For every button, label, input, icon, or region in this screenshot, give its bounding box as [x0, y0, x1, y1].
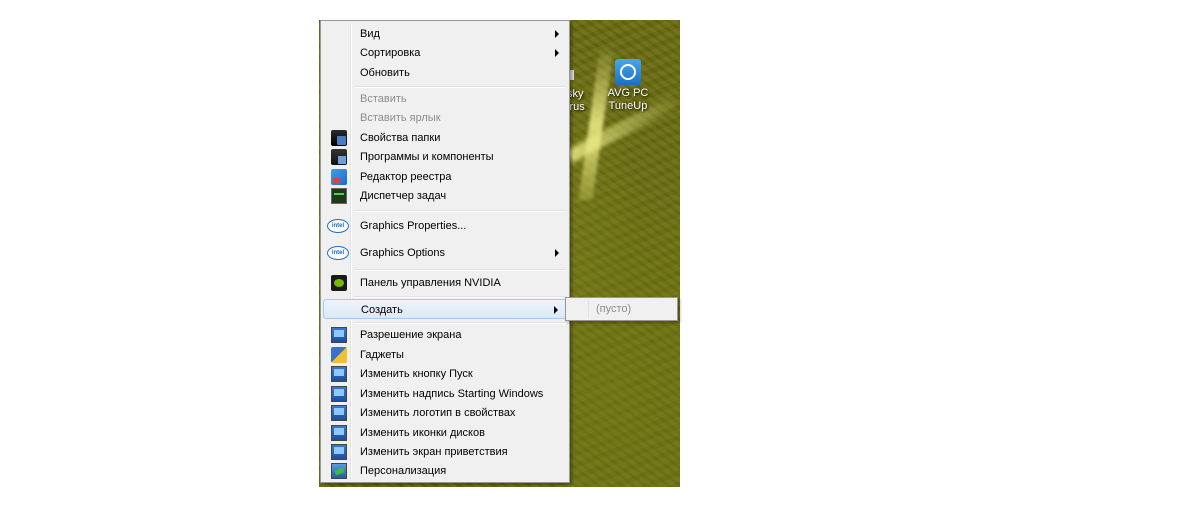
folder-options-icon — [331, 130, 347, 146]
menu-separator — [354, 269, 566, 271]
desktop-context-menu: Вид Сортировка Обновить Вставить Вставит… — [320, 20, 570, 483]
menu-item-label: Graphics Properties... — [360, 220, 467, 232]
monitor-icon — [331, 405, 347, 421]
menu-item-label: Изменить надпись Starting Windows — [360, 388, 544, 400]
menu-item-sort[interactable]: Сортировка — [323, 43, 567, 63]
menu-item-label: Изменить иконки дисков — [360, 427, 485, 439]
menu-item-change-starting-windows[interactable]: Изменить надпись Starting Windows — [323, 384, 567, 404]
menu-item-label: Редактор реестра — [360, 171, 452, 183]
submenu-arrow-icon — [555, 49, 559, 57]
menu-item-label: Свойства папки — [360, 132, 441, 144]
menu-item-label: Вставить ярлык — [360, 112, 441, 124]
avg-tuneup-icon — [615, 59, 641, 85]
monitor-icon — [331, 386, 347, 402]
menu-item-view[interactable]: Вид — [323, 24, 567, 44]
menu-item-change-drive-icons[interactable]: Изменить иконки дисков — [323, 423, 567, 443]
nvidia-icon — [331, 275, 347, 291]
menu-item-registry-editor[interactable]: Редактор реестра — [323, 167, 567, 187]
menu-item-paste[interactable]: Вставить — [323, 89, 567, 109]
menu-item-label: Обновить — [360, 67, 410, 79]
menu-item-folder-options[interactable]: Свойства папки — [323, 128, 567, 148]
menu-item-gadgets[interactable]: Гаджеты — [323, 345, 567, 365]
menu-item-label: Гаджеты — [360, 349, 404, 361]
monitor-icon — [331, 366, 347, 382]
intel-icon: intel — [327, 219, 349, 233]
gadgets-icon — [331, 347, 347, 363]
menu-item-label: Вставить — [360, 93, 407, 105]
menu-item-graphics-options[interactable]: intel Graphics Options — [323, 243, 567, 263]
menu-item-label: Изменить логотип в свойствах — [360, 407, 516, 419]
monitor-icon — [331, 425, 347, 441]
submenu-item-empty[interactable]: (пусто) — [596, 303, 631, 315]
submenu-arrow-icon — [555, 249, 559, 257]
menu-separator — [354, 86, 566, 88]
menu-item-label: Graphics Options — [360, 247, 445, 259]
menu-item-new[interactable]: Создать — [323, 299, 567, 319]
menu-separator — [354, 296, 566, 298]
monitor-icon — [331, 444, 347, 460]
menu-item-change-logo[interactable]: Изменить логотип в свойствах — [323, 403, 567, 423]
menu-item-label: Разрешение экрана — [360, 329, 462, 341]
menu-item-graphics-properties[interactable]: intel Graphics Properties... — [323, 216, 567, 236]
menu-item-label: Программы и компоненты — [360, 151, 494, 163]
menu-item-paste-shortcut[interactable]: Вставить ярлык — [323, 108, 567, 128]
desktop-icon-label: AVG PC TuneUp — [607, 87, 649, 112]
menu-item-programs[interactable]: Программы и компоненты — [323, 147, 567, 167]
menu-item-nvidia-control-panel[interactable]: Панель управления NVIDIA — [323, 273, 567, 293]
menu-item-label: Персонализация — [360, 465, 447, 477]
menu-item-label: Панель управления NVIDIA — [360, 277, 501, 289]
menu-item-task-manager[interactable]: Диспетчер задач — [323, 186, 567, 206]
submenu-arrow-icon — [555, 30, 559, 38]
menu-item-change-welcome-screen[interactable]: Изменить экран приветствия — [323, 442, 567, 462]
task-manager-icon — [331, 188, 347, 204]
monitor-icon — [331, 327, 347, 343]
registry-editor-icon — [331, 169, 347, 185]
personalization-icon — [331, 463, 347, 479]
submenu-arrow-icon — [554, 306, 558, 314]
menu-item-label: Сортировка — [360, 47, 421, 59]
menu-item-label: Изменить кнопку Пуск — [360, 368, 473, 380]
menu-item-refresh[interactable]: Обновить — [323, 63, 567, 83]
menu-item-label: Вид — [360, 28, 380, 40]
menu-item-change-start-button[interactable]: Изменить кнопку Пуск — [323, 364, 567, 384]
menu-item-label: Создать — [361, 304, 403, 316]
menu-item-label: Диспетчер задач — [360, 190, 447, 202]
menu-separator — [354, 322, 566, 324]
desktop-icon-avg-tuneup[interactable]: AVG PC TuneUp — [593, 59, 663, 113]
menu-item-screen-resolution[interactable]: Разрешение экрана — [323, 325, 567, 345]
intel-icon: intel — [327, 246, 349, 260]
menu-item-label: Изменить экран приветствия — [360, 446, 508, 458]
menu-separator — [354, 210, 566, 212]
menu-item-personalization[interactable]: Персонализация — [323, 461, 567, 481]
submenu-new: (пусто) — [565, 297, 678, 321]
programs-icon — [331, 149, 347, 165]
